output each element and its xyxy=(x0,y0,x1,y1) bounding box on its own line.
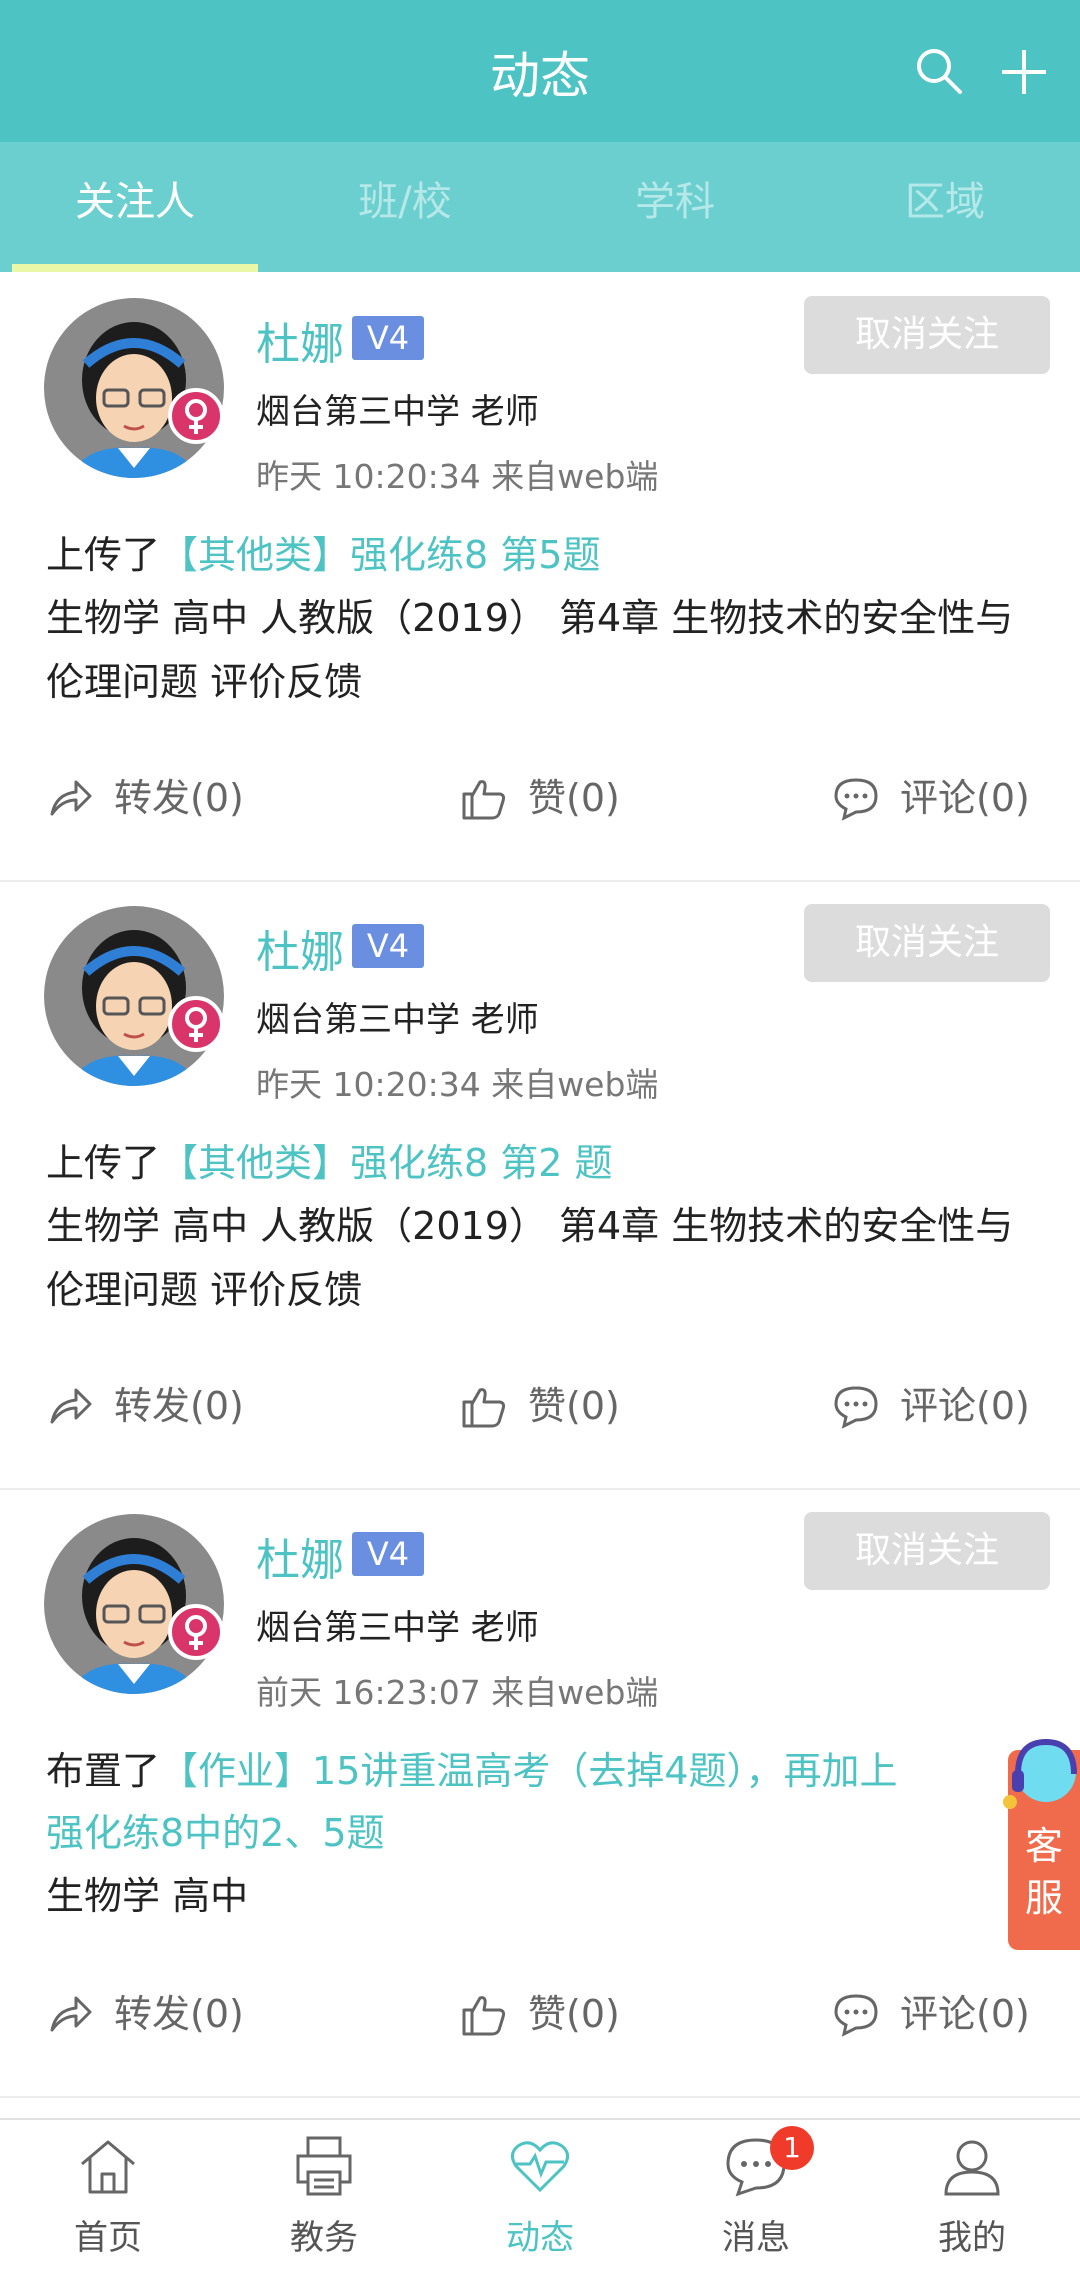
author-name[interactable]: 杜娜 xyxy=(256,308,344,372)
nav-messages[interactable]: 1 消息 xyxy=(648,2120,864,2270)
active-tab-indicator xyxy=(12,264,258,272)
like-button[interactable]: 赞(0) xyxy=(460,1366,640,1446)
tab-bar: 关注人 班/校 学科 区域 xyxy=(0,142,1080,272)
feed-post: 杜娜 V4 烟台第三中学 老师 昨天 10:20:34 来自web端 取消关注 … xyxy=(0,274,1080,882)
forward-label: 转发(0) xyxy=(114,776,244,820)
post-actions: 转发(0) 赞(0) 评论(0) xyxy=(0,1974,1080,2054)
like-label: 赞(0) xyxy=(528,1384,620,1428)
page: 动态 关注人 班/校 学科 区域 杜娜 V4 烟台第三中学 老师 昨天 10:2… xyxy=(0,0,1080,2270)
female-icon xyxy=(168,1604,224,1660)
feed-post: 杜娜 V4 烟台第三中学 老师 前天 16:23:07 来自web端 取消关注 … xyxy=(0,1490,1080,2098)
unfollow-button[interactable]: 取消关注 xyxy=(804,1512,1050,1590)
comment-label: 评论(0) xyxy=(900,1384,1030,1428)
comment-label: 评论(0) xyxy=(900,1992,1030,2036)
resource-link-continued[interactable]: 强化练8中的2、5题 xyxy=(46,1811,385,1855)
comment-button[interactable]: 评论(0) xyxy=(832,1974,1042,2054)
forward-label: 转发(0) xyxy=(114,1992,244,2036)
header-bar: 动态 xyxy=(0,0,1080,142)
forward-icon xyxy=(50,1996,92,2032)
female-icon xyxy=(168,996,224,1052)
level-badge: V4 xyxy=(352,316,424,360)
comment-icon xyxy=(834,778,878,821)
tab-class-school[interactable]: 班/校 xyxy=(270,142,540,272)
forward-button[interactable]: 转发(0) xyxy=(46,758,246,838)
unfollow-button[interactable]: 取消关注 xyxy=(804,904,1050,982)
author-name[interactable]: 杜娜 xyxy=(256,916,344,980)
comment-button[interactable]: 评论(0) xyxy=(832,1366,1042,1446)
level-badge: V4 xyxy=(352,924,424,968)
search-icon[interactable] xyxy=(912,44,968,100)
printer-icon xyxy=(296,2136,352,2196)
post-verb: 上传了 xyxy=(46,533,161,577)
author-org: 烟台第三中学 老师 xyxy=(256,1608,539,1648)
post-action-line-continued: 强化练8中的2、5题 xyxy=(46,1802,385,1857)
post-action-line: 上传了【其他类】强化练8 第2 题 xyxy=(46,1132,613,1187)
heartbeat-icon xyxy=(511,2141,569,2193)
thumbs-up-icon xyxy=(462,1996,506,2036)
user-icon xyxy=(944,2140,1000,2196)
nav-academic-label: 教务 xyxy=(290,2218,358,2258)
like-button[interactable]: 赞(0) xyxy=(460,1974,640,2054)
like-label: 赞(0) xyxy=(528,776,620,820)
forward-icon xyxy=(50,1388,92,1424)
thumbs-up-icon xyxy=(462,1388,506,1428)
feed-post: 杜娜 V4 烟台第三中学 老师 昨天 10:20:34 来自web端 取消关注 … xyxy=(0,882,1080,1490)
home-icon xyxy=(81,2140,135,2194)
female-icon xyxy=(168,388,224,444)
comment-label: 评论(0) xyxy=(900,776,1030,820)
plus-icon[interactable] xyxy=(996,44,1052,100)
headset-icon xyxy=(1003,1738,1077,1809)
customer-service-button[interactable]: 客服 xyxy=(998,1730,1080,1970)
post-verb: 布置了 xyxy=(46,1749,161,1793)
forward-icon xyxy=(50,780,92,816)
comment-icon xyxy=(834,1994,878,2037)
post-meta: 昨天 10:20:34 来自web端 xyxy=(256,1065,659,1104)
nav-feed-label: 动态 xyxy=(506,2218,574,2258)
nav-feed[interactable]: 动态 xyxy=(432,2120,648,2270)
author-name[interactable]: 杜娜 xyxy=(256,1524,344,1588)
post-detail: 生物学 高中 xyxy=(46,1874,249,1918)
post-actions: 转发(0) 赞(0) 评论(0) xyxy=(0,758,1080,838)
post-action-line: 上传了【其他类】强化练8 第5题 xyxy=(46,524,600,579)
tab-following[interactable]: 关注人 xyxy=(0,142,270,272)
nav-home-label: 首页 xyxy=(74,2218,142,2258)
nav-messages-label: 消息 xyxy=(722,2218,790,2258)
comment-button[interactable]: 评论(0) xyxy=(832,758,1042,838)
post-detail: 生物学 高中 人教版（2019） 第4章 生物技术的安全性与伦理问题 评价反馈 xyxy=(46,1204,1014,1312)
post-meta: 前天 16:23:07 来自web端 xyxy=(256,1673,659,1712)
comment-icon xyxy=(834,1386,878,1429)
level-badge: V4 xyxy=(352,1532,424,1576)
post-actions: 转发(0) 赞(0) 评论(0) xyxy=(0,1366,1080,1446)
nav-profile[interactable]: 我的 xyxy=(864,2120,1080,2270)
post-meta: 昨天 10:20:34 来自web端 xyxy=(256,457,659,496)
like-button[interactable]: 赞(0) xyxy=(460,758,640,838)
like-label: 赞(0) xyxy=(528,1992,620,2036)
nav-profile-label: 我的 xyxy=(938,2218,1006,2258)
resource-link[interactable]: 【作业】15讲重温高考（去掉4题），再加上 xyxy=(160,1749,898,1793)
bottom-nav: 首页 教务 动态 1 消息 我的 xyxy=(0,2118,1080,2270)
post-action-line: 布置了【作业】15讲重温高考（去掉4题），再加上 xyxy=(46,1740,898,1795)
unread-badge: 1 xyxy=(770,2126,814,2170)
resource-link[interactable]: 【其他类】强化练8 第5题 xyxy=(160,533,600,577)
forward-label: 转发(0) xyxy=(114,1384,244,1428)
author-org: 烟台第三中学 老师 xyxy=(256,1000,539,1040)
nav-home[interactable]: 首页 xyxy=(0,2120,216,2270)
customer-service-label: 客服 xyxy=(1024,1824,1063,1920)
unfollow-button[interactable]: 取消关注 xyxy=(804,296,1050,374)
forward-button[interactable]: 转发(0) xyxy=(46,1366,246,1446)
nav-academic[interactable]: 教务 xyxy=(216,2120,432,2270)
resource-link[interactable]: 【其他类】强化练8 第2 题 xyxy=(160,1141,613,1185)
tab-subject[interactable]: 学科 xyxy=(540,142,810,272)
author-org: 烟台第三中学 老师 xyxy=(256,392,539,432)
post-verb: 上传了 xyxy=(46,1141,161,1185)
tab-region[interactable]: 区域 xyxy=(810,142,1080,272)
forward-button[interactable]: 转发(0) xyxy=(46,1974,246,2054)
post-detail: 生物学 高中 人教版（2019） 第4章 生物技术的安全性与伦理问题 评价反馈 xyxy=(46,596,1014,704)
thumbs-up-icon xyxy=(462,780,506,820)
